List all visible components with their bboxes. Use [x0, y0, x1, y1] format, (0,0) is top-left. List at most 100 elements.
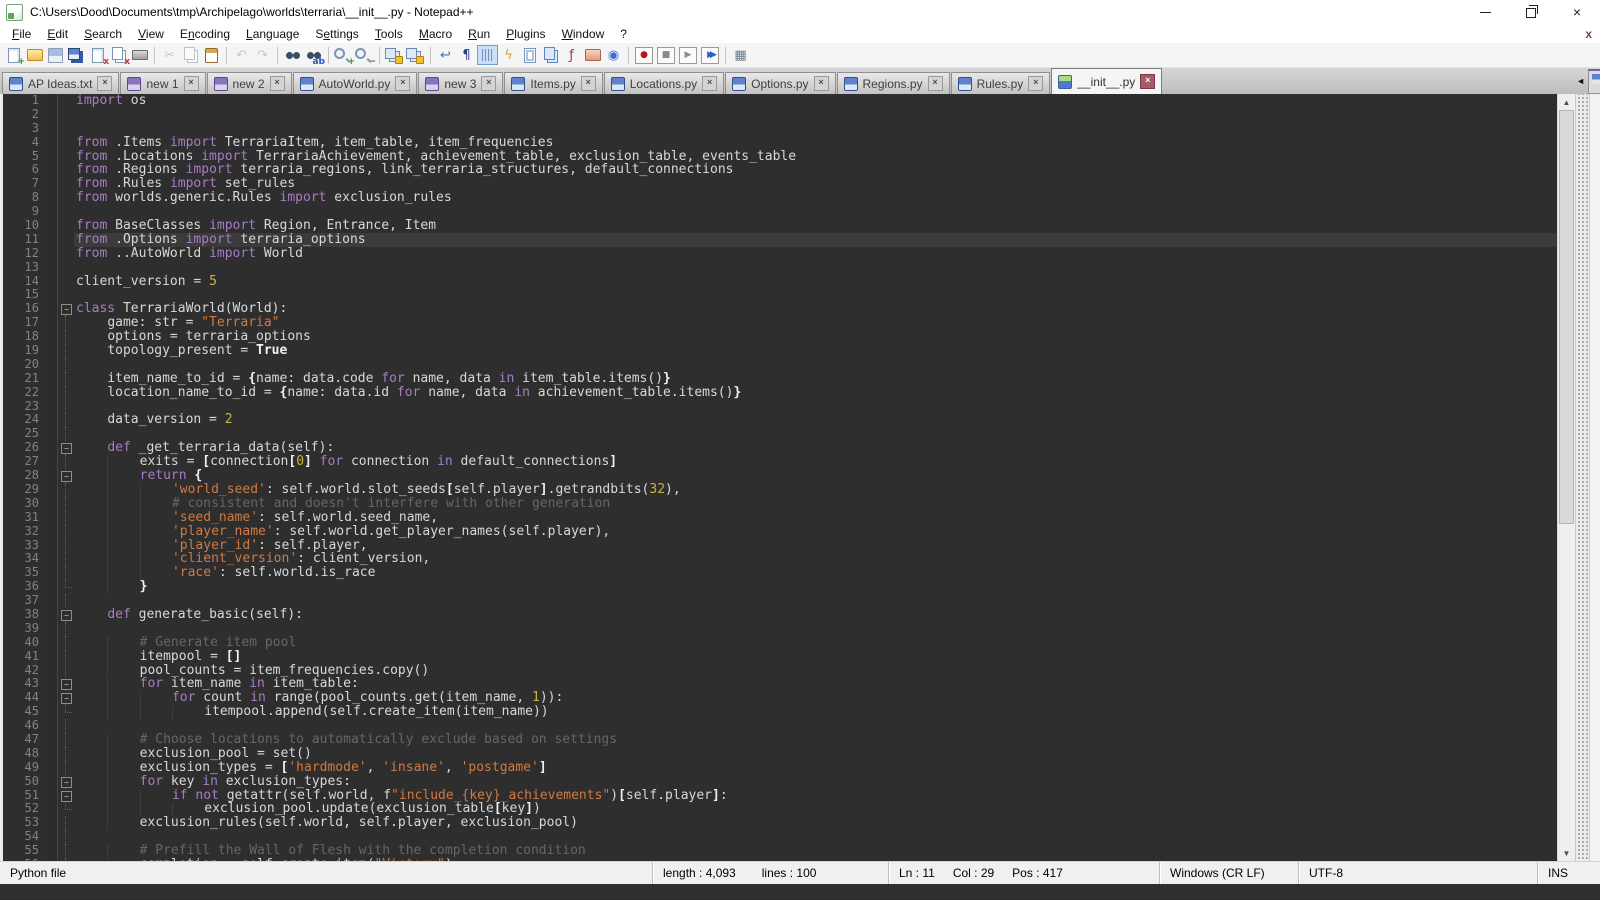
macro-play-icon[interactable]: ▶ [679, 47, 697, 64]
macro-run-multiple-icon[interactable]: ▶▶ [701, 47, 719, 64]
scroll-up-icon[interactable]: ▲ [1558, 94, 1575, 110]
bookmark-margin[interactable] [48, 844, 57, 858]
code-line-30[interactable]: 30 # consistent and doesn't interfere wi… [3, 497, 1557, 511]
code-line-15[interactable]: 15 [3, 288, 1557, 302]
code-line-21[interactable]: 21 item_name_to_id = {name: data.code fo… [3, 372, 1557, 386]
code-line-46[interactable]: 46 [3, 719, 1557, 733]
tab-regions.py[interactable]: Regions.py× [837, 72, 950, 94]
close-button[interactable]: × [1554, 0, 1600, 24]
define-language-icon[interactable]: ϟ [499, 46, 518, 64]
code-line-12[interactable]: 12from ..AutoWorld import World [3, 247, 1557, 261]
tab-new-2[interactable]: new 2× [207, 72, 292, 94]
bookmark-margin[interactable] [48, 330, 57, 344]
code-line-27[interactable]: 27 exits = [connection[0] for connection… [3, 455, 1557, 469]
code-line-44[interactable]: 44 for count in range(pool_counts.get(it… [3, 691, 1557, 705]
code-line-42[interactable]: 42 pool_counts = item_frequencies.copy() [3, 664, 1557, 678]
status-insert-mode[interactable]: INS [1537, 862, 1600, 884]
tab-close-icon[interactable]: × [184, 76, 199, 91]
code-line-51[interactable]: 51 if not getattr(self.world, f"include_… [3, 789, 1557, 803]
fold-collapse-icon[interactable] [57, 608, 74, 622]
menu-item-search[interactable]: Search [76, 26, 130, 42]
menu-item-tools[interactable]: Tools [367, 26, 411, 42]
code-line-36[interactable]: 36 } [3, 580, 1557, 594]
print-icon[interactable] [130, 46, 149, 64]
menu-item-run[interactable]: Run [460, 26, 498, 42]
tab-partially-visible[interactable] [1588, 69, 1600, 94]
status-encoding[interactable]: UTF-8 [1298, 862, 1537, 884]
code-line-35[interactable]: 35 'race': self.world.is_race [3, 566, 1557, 580]
bookmark-margin[interactable] [48, 789, 57, 803]
tab-options.py[interactable]: Options.py× [725, 72, 835, 94]
tab-close-icon[interactable]: × [581, 76, 596, 91]
bookmark-margin[interactable] [48, 469, 57, 483]
folder-as-workspace-icon[interactable] [583, 46, 602, 64]
bookmark-margin[interactable] [48, 302, 57, 316]
fold-collapse-icon[interactable] [57, 775, 74, 789]
code-line-39[interactable]: 39 [3, 622, 1557, 636]
menu-item-plugins[interactable]: Plugins [498, 26, 553, 42]
close-all-icon[interactable]: x [109, 46, 128, 64]
document-map-icon[interactable] [520, 46, 539, 64]
code-line-6[interactable]: 6from .Regions import terraria_regions, … [3, 163, 1557, 177]
bookmark-margin[interactable] [48, 525, 57, 539]
fold-collapse-icon[interactable] [57, 677, 74, 691]
code-line-8[interactable]: 8from worlds.generic.Rules import exclus… [3, 191, 1557, 205]
bookmark-margin[interactable] [48, 191, 57, 205]
menu-item-window[interactable]: Window [554, 26, 613, 42]
tab-close-icon[interactable]: × [702, 76, 717, 91]
macro-save-icon[interactable]: ▦ [731, 46, 750, 64]
code-editor[interactable]: 1import os234from .Items import Terraria… [3, 94, 1557, 861]
code-line-24[interactable]: 24 data_version = 2 [3, 413, 1557, 427]
save-icon[interactable] [46, 46, 65, 64]
bookmark-margin[interactable] [48, 386, 57, 400]
code-line-47[interactable]: 47 # Choose locations to automatically e… [3, 733, 1557, 747]
bookmark-margin[interactable] [48, 636, 57, 650]
fold-collapse-icon[interactable] [57, 469, 74, 483]
code-line-31[interactable]: 31 'seed_name': self.world.seed_name, [3, 511, 1557, 525]
bookmark-margin[interactable] [48, 511, 57, 525]
bookmark-margin[interactable] [48, 233, 57, 247]
redo-icon[interactable]: ↷ [253, 46, 272, 64]
bookmark-margin[interactable] [48, 566, 57, 580]
code-line-37[interactable]: 37 [3, 594, 1557, 608]
bookmark-margin[interactable] [48, 594, 57, 608]
replace-icon[interactable]: ab [304, 46, 323, 64]
code-line-10[interactable]: 10from BaseClasses import Region, Entran… [3, 219, 1557, 233]
code-line-18[interactable]: 18 options = terraria_options [3, 330, 1557, 344]
bookmark-margin[interactable] [48, 275, 57, 289]
tab-close-icon[interactable]: × [395, 76, 410, 91]
close-file-icon[interactable]: x [88, 46, 107, 64]
tab-rules.py[interactable]: Rules.py× [951, 72, 1051, 94]
tab-locations.py[interactable]: Locations.py× [604, 72, 724, 94]
bookmark-margin[interactable] [48, 816, 57, 830]
bookmark-margin[interactable] [48, 580, 57, 594]
code-line-2[interactable]: 2 [3, 108, 1557, 122]
copy-icon[interactable] [181, 46, 200, 64]
tab-close-icon[interactable]: × [928, 76, 943, 91]
bookmark-margin[interactable] [48, 372, 57, 386]
code-line-5[interactable]: 5from .Locations import TerrariaAchievem… [3, 150, 1557, 164]
bookmark-margin[interactable] [48, 747, 57, 761]
code-line-9[interactable]: 9 [3, 205, 1557, 219]
tab-new-3[interactable]: new 3× [418, 72, 503, 94]
tab-close-icon[interactable]: × [270, 76, 285, 91]
fold-collapse-icon[interactable] [57, 789, 74, 803]
menu-item-encoding[interactable]: Encoding [172, 26, 238, 42]
bookmark-margin[interactable] [48, 150, 57, 164]
bookmark-margin[interactable] [48, 733, 57, 747]
tab-close-icon[interactable]: × [1140, 74, 1155, 89]
bookmark-margin[interactable] [48, 539, 57, 553]
code-line-32[interactable]: 32 'player_name': self.world.get_player_… [3, 525, 1557, 539]
document-list-icon[interactable] [541, 46, 560, 64]
bookmark-margin[interactable] [48, 483, 57, 497]
scrollbar-track[interactable] [1558, 110, 1575, 845]
bookmark-margin[interactable] [48, 427, 57, 441]
bookmark-margin[interactable] [48, 177, 57, 191]
bookmark-margin[interactable] [48, 122, 57, 136]
bookmark-margin[interactable] [48, 247, 57, 261]
bookmark-margin[interactable] [48, 400, 57, 414]
indent-guide-icon[interactable] [478, 46, 497, 64]
code-line-22[interactable]: 22 location_name_to_id = {name: data.id … [3, 386, 1557, 400]
bookmark-margin[interactable] [48, 497, 57, 511]
bookmark-margin[interactable] [48, 552, 57, 566]
